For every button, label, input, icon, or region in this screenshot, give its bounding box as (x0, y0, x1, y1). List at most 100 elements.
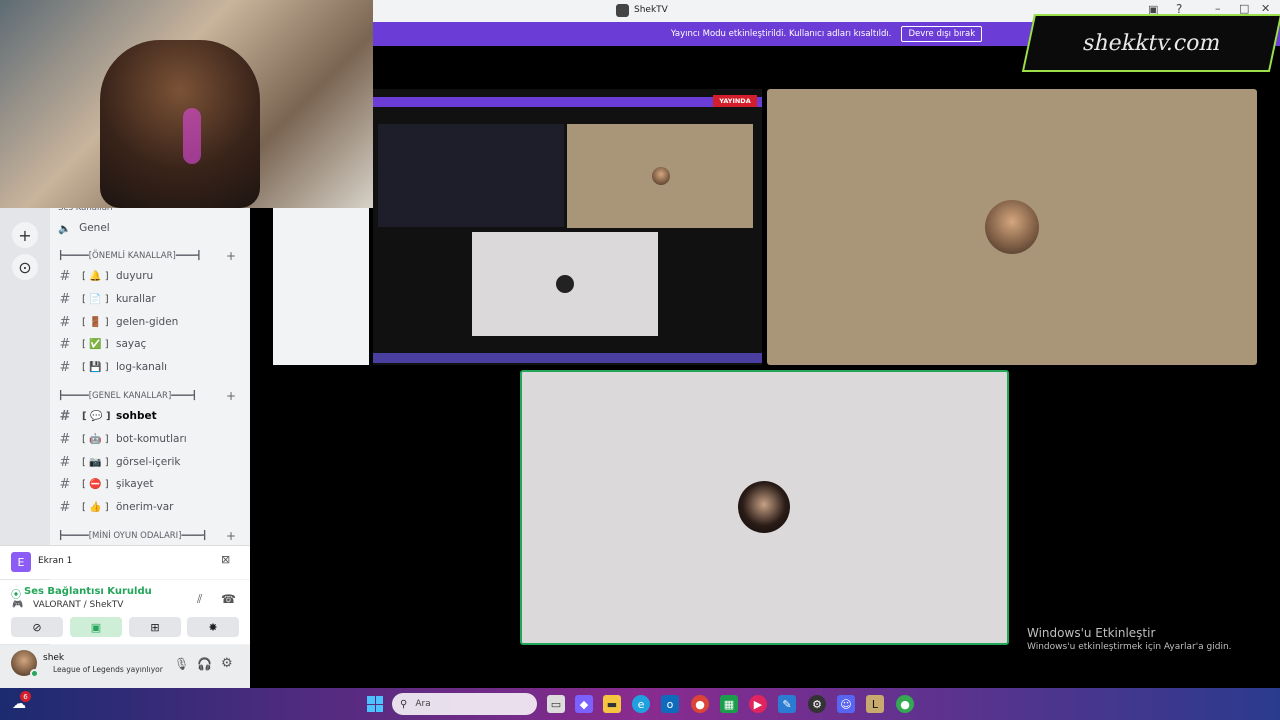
channel-onerim-var[interactable]: #[ 👍 ] önerim-var (58, 496, 174, 518)
settings-gear-icon[interactable]: ⚙ (221, 656, 233, 671)
chrome-profile-icon[interactable]: ● (896, 695, 914, 713)
channel-kurallar[interactable]: #[ 📄 ] kurallar (58, 288, 156, 310)
screen-share-icon: ▣ (90, 620, 102, 634)
nested-banner (373, 97, 762, 107)
username: shek (43, 653, 65, 663)
category-mini-oyun[interactable]: ┣━━━━━[MİNİ OYUN ODALARI]━━━━┫ (58, 531, 207, 545)
soundboard-button[interactable]: ✸ (187, 617, 239, 637)
add-channel-icon[interactable]: + (226, 389, 236, 403)
nested-stream-tile[interactable]: YAYINDA (373, 89, 762, 365)
discord-icon[interactable]: ☺ (837, 695, 855, 713)
add-server-icon[interactable]: + (12, 222, 38, 248)
user-panel: shek League of Legends yayınlıyor 🎙 🎧 ⚙ (0, 645, 250, 688)
nested-avatar (652, 167, 670, 185)
live-label: YAYINDA (719, 97, 751, 105)
soundboard-icon: ✸ (208, 620, 218, 634)
disconnect-icon[interactable]: ☎ (221, 592, 236, 606)
nested-avatar (556, 275, 574, 293)
windows-taskbar: ☁ 6 ⚲ Ara ▭ ◆ ▬ e o ● ▦ ▶ ✎ ⚙ ☺ L ● (0, 688, 1280, 720)
headphones-icon[interactable]: 🎧 (197, 657, 212, 671)
camera-off-button[interactable]: ⊘ (11, 617, 63, 637)
file-explorer-icon[interactable]: ▬ (603, 695, 621, 713)
screen-share-label: Ekran 1 (38, 556, 73, 566)
screen-icon: E (11, 552, 31, 572)
webcam-overlay (0, 0, 373, 208)
camera-off-icon: ⊘ (32, 620, 42, 634)
participant-tile-large[interactable] (767, 89, 1257, 365)
start-icon[interactable] (367, 696, 383, 712)
activity-button[interactable]: ⊞ (129, 617, 181, 637)
participant-avatar (738, 481, 790, 533)
nested-live-badge: YAYINDA (713, 95, 757, 107)
speaker-icon: 🔈 (58, 222, 72, 235)
noise-suppression-icon[interactable]: ⫽ (197, 592, 202, 607)
explore-icon[interactable]: ⊙ (12, 254, 38, 280)
league-icon[interactable]: L (866, 695, 884, 713)
category-onemli[interactable]: ┣━━━━━[ÖNEMLİ KANALLAR]━━━━┫ (58, 251, 201, 265)
streamer-mode-text: Yayıncı Modu etkinleştirildi. Kullanıcı … (670, 29, 892, 39)
add-channel-icon[interactable]: + (226, 249, 236, 263)
hash-icon: # (59, 268, 71, 284)
share-screen-button[interactable]: ▣ (70, 617, 122, 637)
disable-streamer-mode-button[interactable]: Devre dışı bırak (901, 26, 983, 42)
screen-share-panel: E Ekran 1 ⊠ (0, 545, 250, 579)
hash-icon: # (59, 499, 71, 515)
microphone-icon[interactable]: 🎙 (174, 657, 189, 671)
online-status-dot (30, 669, 39, 678)
voice-channel-genel[interactable]: 🔈 Genel (58, 218, 110, 238)
app-icon (616, 4, 629, 17)
add-channel-icon[interactable]: + (226, 529, 236, 543)
channel-duyuru[interactable]: #[ 🔔 ] duyuru (58, 265, 154, 287)
channel-sayac[interactable]: #[ ✅ ] sayaç (58, 333, 147, 355)
hash-icon: # (59, 431, 71, 447)
user-activity: League of Legends yayınlıyor (53, 665, 163, 674)
voice-status[interactable]: Ses Bağlantısı Kuruldu (24, 586, 152, 597)
media-icon[interactable]: ▶ (749, 695, 767, 713)
logo-overlay: shekktv.com (1021, 14, 1280, 72)
channel-sikayet[interactable]: #[ ⛔ ] şikayet (58, 473, 154, 495)
gamepad-icon: ⊞ (150, 620, 160, 634)
voice-channel-label: Genel (79, 222, 110, 234)
participant-avatar (985, 200, 1039, 254)
headphones-glow (183, 108, 201, 164)
hash-icon: # (59, 476, 71, 492)
activation-watermark: Windows'u Etkinleştir Windows'u etkinleş… (1027, 626, 1232, 652)
logo-text: shekktv.com (1080, 30, 1224, 56)
window-title: ShekTV (634, 5, 668, 15)
activation-subtitle: Windows'u etkinleştirmek için Ayarlar'a … (1027, 642, 1232, 652)
nested-tile-1 (378, 124, 564, 227)
outlook-icon[interactable]: o (661, 695, 679, 713)
nested-taskbar (373, 353, 762, 363)
hash-icon: # (59, 359, 71, 375)
hash-icon: # (59, 314, 71, 330)
channel-gorsel-icerik[interactable]: #[ 📷 ] görsel-içerik (58, 451, 181, 473)
hash-icon: # (59, 336, 71, 352)
voice-connection-panel: ⦿ Ses Bağlantısı Kuruldu VALORANT / Shek… (0, 580, 250, 644)
search-placeholder: Ara (415, 699, 431, 709)
signal-icon: ⦿ (11, 590, 21, 601)
category-genel[interactable]: ┣━━━━━[GENEL KANALLAR]━━━━┫ (58, 391, 197, 405)
edge-icon[interactable]: e (632, 695, 650, 713)
steam-icon[interactable]: ⚙ (808, 695, 826, 713)
channel-gelen-giden[interactable]: #[ 🚪 ] gelen-giden (58, 311, 179, 333)
activation-title: Windows'u Etkinleştir (1027, 626, 1156, 640)
hash-icon: # (59, 291, 71, 307)
task-view-icon[interactable]: ▭ (547, 695, 565, 713)
search-icon: ⚲ (400, 698, 408, 710)
voice-channel-name: VALORANT / ShekTV (33, 600, 124, 610)
tool-icon[interactable]: ✎ (778, 695, 796, 713)
store-icon[interactable]: ▦ (720, 695, 738, 713)
copilot-icon[interactable]: ◆ (575, 695, 593, 713)
nested-sidebar-fragment (273, 208, 369, 365)
participant-tile-speaking[interactable] (520, 370, 1009, 645)
chrome-icon[interactable]: ● (691, 695, 709, 713)
webcam-person (100, 40, 260, 208)
hash-icon: # (59, 408, 71, 424)
hash-icon: # (59, 454, 71, 470)
search-box[interactable]: ⚲ Ara (392, 693, 537, 715)
channel-bot-komutlari[interactable]: #[ 🤖 ] bot-komutları (58, 428, 187, 450)
channel-sohbet[interactable]: #[ 💬 ] sohbet (58, 405, 157, 427)
close-share-icon[interactable]: ⊠ (221, 553, 230, 566)
notification-badge: 6 (20, 691, 31, 702)
channel-log-kanali[interactable]: #[ 💾 ] log-kanalı (58, 356, 168, 378)
